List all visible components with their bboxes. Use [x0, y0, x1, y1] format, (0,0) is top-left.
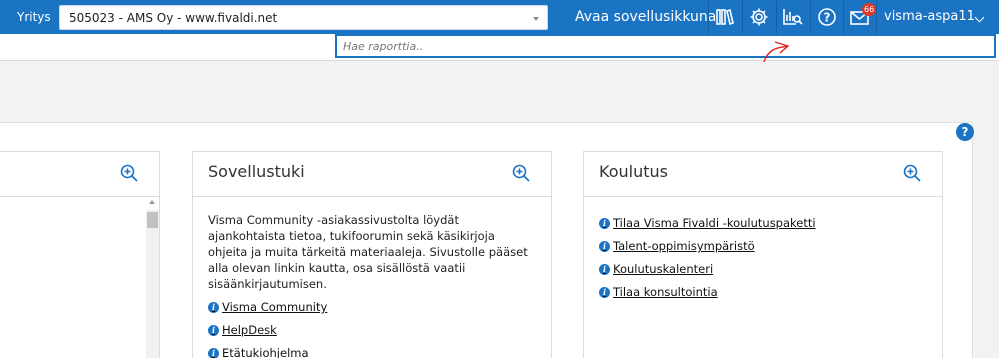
link-visma-community[interactable]: i Visma Community — [208, 299, 537, 315]
scrollbar[interactable] — [146, 210, 159, 358]
panel-description: Visma Community -asiakassivustolta löydä… — [208, 213, 528, 291]
panel-header — [0, 152, 159, 197]
company-select[interactable]: 505023 - AMS Oy - www.fivaldi.net — [59, 5, 548, 30]
divider — [876, 0, 877, 34]
link-helpdesk[interactable]: i HelpDesk — [208, 322, 537, 338]
top-bar: Yritys 505023 - AMS Oy - www.fivaldi.net… — [0, 0, 999, 34]
info-icon: i — [208, 347, 219, 358]
koulutus-panel: Koulutus i Tilaa Visma Fivaldi -koulutus… — [583, 151, 943, 358]
zoom-in-icon[interactable] — [902, 163, 922, 186]
info-icon: i — [208, 324, 219, 336]
gear-icon[interactable] — [743, 0, 775, 34]
zoom-in-icon[interactable] — [119, 163, 139, 186]
link-talent-oppimisymparisto[interactable]: i Talent-oppimisympäristö — [599, 238, 928, 254]
page-header-area — [0, 62, 999, 122]
link-tilaa-koulutuspaketti[interactable]: i Tilaa Visma Fivaldi -koulutuspaketti — [599, 215, 928, 231]
panel-title: Sovellustuki — [208, 162, 305, 181]
company-label: Yritys — [17, 10, 51, 24]
scroll-up-icon[interactable] — [149, 200, 155, 204]
panel-header: Sovellustuki — [193, 152, 551, 197]
panel-header: Koulutus — [584, 152, 942, 197]
zoom-in-icon[interactable] — [511, 163, 531, 186]
open-app-window-button[interactable]: Avaa sovellusikkuna — [565, 0, 726, 34]
svg-text:?: ? — [824, 11, 831, 25]
report-search-icon[interactable] — [777, 0, 809, 34]
help-icon[interactable]: ? — [811, 0, 843, 34]
user-menu[interactable]: visma-aspa11 — [884, 0, 975, 34]
link-etatukiohjelma[interactable]: i Etätukiohjelma — [208, 345, 537, 358]
sovellustuki-panel: Sovellustuki Visma Community -asiakassiv… — [192, 151, 552, 358]
left-panel — [0, 151, 160, 358]
scrollbar-thumb[interactable] — [147, 212, 158, 228]
help-icon[interactable]: ? — [956, 123, 974, 141]
info-icon: i — [599, 263, 610, 275]
mail-icon[interactable]: 66 — [844, 0, 877, 34]
info-icon: i — [599, 217, 610, 229]
report-search-input[interactable] — [335, 34, 996, 58]
panel-title: Koulutus — [599, 162, 668, 181]
panel-body: Visma Community -asiakassivustolta löydä… — [208, 212, 537, 358]
link-tilaa-konsultointia[interactable]: i Tilaa konsultointia — [599, 284, 928, 300]
chevron-down-icon[interactable] — [974, 12, 985, 23]
library-icon[interactable] — [709, 0, 741, 34]
info-icon: i — [599, 286, 610, 298]
link-koulutuskalenteri[interactable]: i Koulutuskalenteri — [599, 261, 928, 277]
info-icon: i — [208, 301, 219, 313]
company-select-value: 505023 - AMS Oy - www.fivaldi.net — [69, 11, 278, 25]
mail-count-badge: 66 — [862, 3, 877, 16]
panel-body: i Tilaa Visma Fivaldi -koulutuspaketti i… — [599, 208, 928, 300]
info-icon: i — [599, 240, 610, 252]
chevron-down-icon — [533, 17, 539, 21]
